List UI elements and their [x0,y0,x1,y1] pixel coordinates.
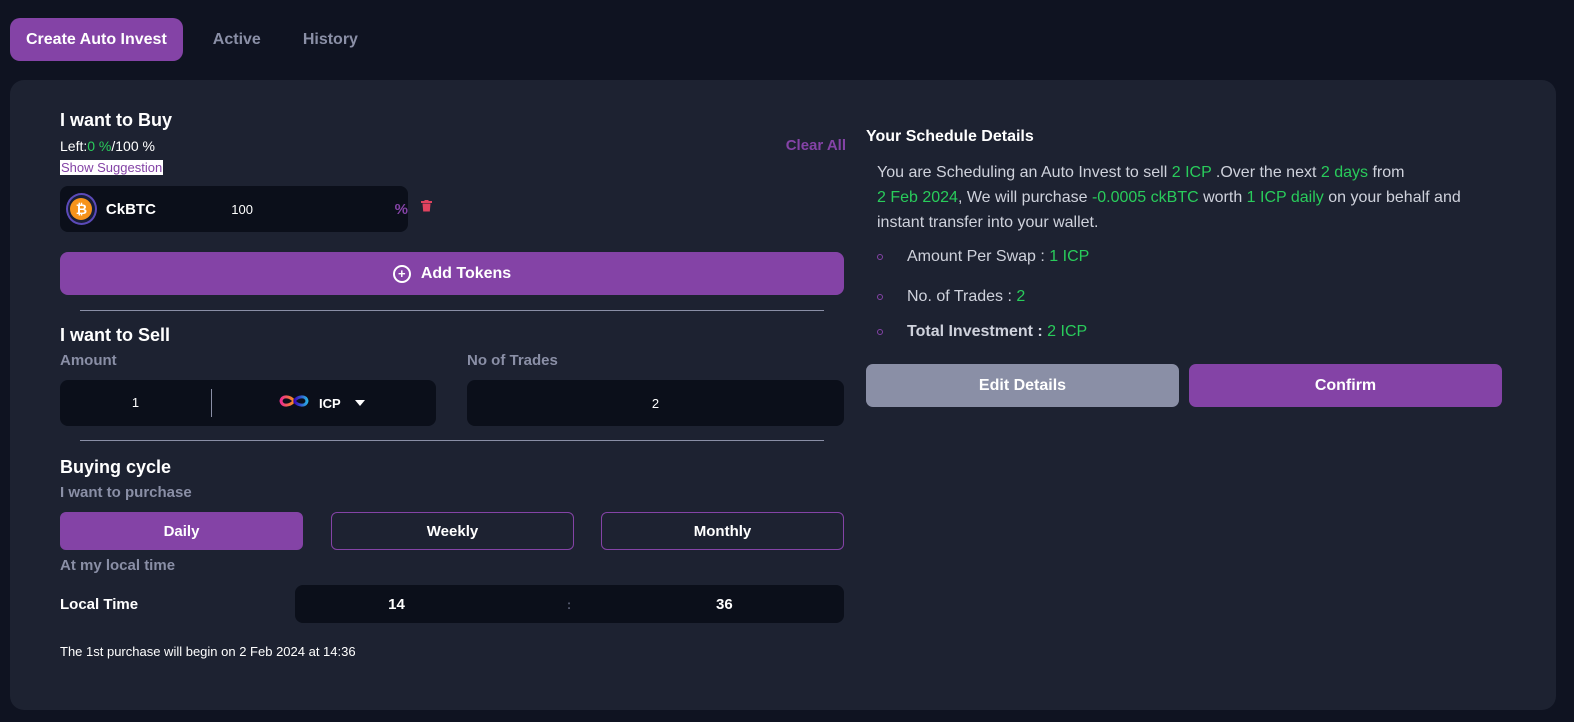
tab-history[interactable]: History [287,18,374,61]
per-swap-value: 1 ICP [1049,248,1090,265]
left-percentage: Left:0 %/100 % [60,138,155,154]
trades-count-label: No. of Trades : [907,288,1012,305]
schedule-title: Your Schedule Details [866,128,1034,145]
bitcoin-icon: ₿ [66,193,97,225]
left-total: /100 % [111,138,155,154]
divider [80,440,824,441]
trash-icon[interactable] [421,199,432,217]
bullet-icon [877,329,883,335]
duration: 2 days [1320,164,1368,181]
local-time-sublabel: At my local time [60,557,176,574]
local-time-label: Local Time [60,596,139,613]
frequency: 1 ICP daily [1246,189,1324,206]
cycle-weekly-button[interactable]: Weekly [331,512,574,550]
token-percentage-input[interactable]: 100 [221,202,394,217]
amount-field: 1 ICP [60,380,436,426]
left-prefix: Left: [60,138,88,154]
left-used: 0 % [87,138,112,154]
time-separator: : [566,596,572,612]
trades-input[interactable]: 2 [467,380,844,426]
summary-text: .Over the next [1211,164,1321,181]
icp-logo-icon [278,393,310,414]
per-swap-label: Amount Per Swap : [907,248,1045,265]
list-item: Total Investment : 2 ICP [877,323,1087,341]
sell-title: I want to Sell [60,325,171,345]
purchase-label: I want to purchase [60,484,192,501]
list-item: Amount Per Swap : 1 ICP [877,248,1089,266]
amount-input[interactable]: 1 [60,389,212,417]
tab-active[interactable]: Active [197,18,277,61]
list-item: No. of Trades : 2 [877,288,1025,306]
cycle-daily-button[interactable]: Daily [60,512,303,550]
add-tokens-button[interactable]: + Add Tokens [60,252,844,295]
start-date: 2 Feb 2024 [877,189,958,206]
auto-invest-panel: I want to Buy Left:0 %/100 % Show Sugges… [10,80,1556,710]
tab-bar: Create Auto Invest Active History [10,18,384,61]
trades-label: No of Trades [467,352,558,369]
summary-text: worth [1198,189,1247,206]
hour-input[interactable]: 14 [295,596,498,613]
total-investment-value: 2 ICP [1047,323,1088,340]
cycle-monthly-button[interactable]: Monthly [601,512,844,550]
chevron-down-icon [354,400,365,406]
token-allocation-row: ₿ CkBTC 100 % [60,186,408,232]
clear-all-button[interactable]: Clear All [786,137,846,154]
show-suggestion-link[interactable]: Show Suggestion [60,160,164,175]
bullet-icon [877,254,883,260]
summary-text: from [1368,164,1405,181]
edit-details-button[interactable]: Edit Details [866,364,1179,407]
token-name: CkBTC [105,200,156,218]
tab-create-auto-invest[interactable]: Create Auto Invest [10,18,183,61]
buying-cycle-title: Buying cycle [60,457,172,477]
sell-token-select[interactable]: ICP [278,393,365,414]
confirm-button[interactable]: Confirm [1189,364,1502,407]
first-purchase-note: The 1st purchase will begin on 2 Feb 202… [60,644,356,659]
summary-text: You are Scheduling an Auto Invest to sel… [877,164,1172,181]
sell-token-label: ICP [319,395,341,411]
plus-circle-icon: + [392,264,411,283]
bullet-icon [877,294,883,300]
buy-amount: -0.0005 ckBTC [1091,189,1199,206]
sell-amount: 2 ICP [1171,164,1212,181]
add-tokens-label: Add Tokens [420,264,512,282]
summary-text: , We will purchase [957,189,1092,206]
divider [80,310,824,311]
total-investment-label: Total Investment : [907,323,1043,340]
minute-input[interactable]: 36 [640,596,844,613]
percent-unit: % [394,200,408,218]
schedule-summary: You are Scheduling an Auto Invest to sel… [877,160,1477,235]
amount-label: Amount [60,352,117,369]
time-picker: 14 : 36 [295,585,844,623]
trades-count-value: 2 [1016,288,1026,305]
buy-title: I want to Buy [60,110,172,130]
